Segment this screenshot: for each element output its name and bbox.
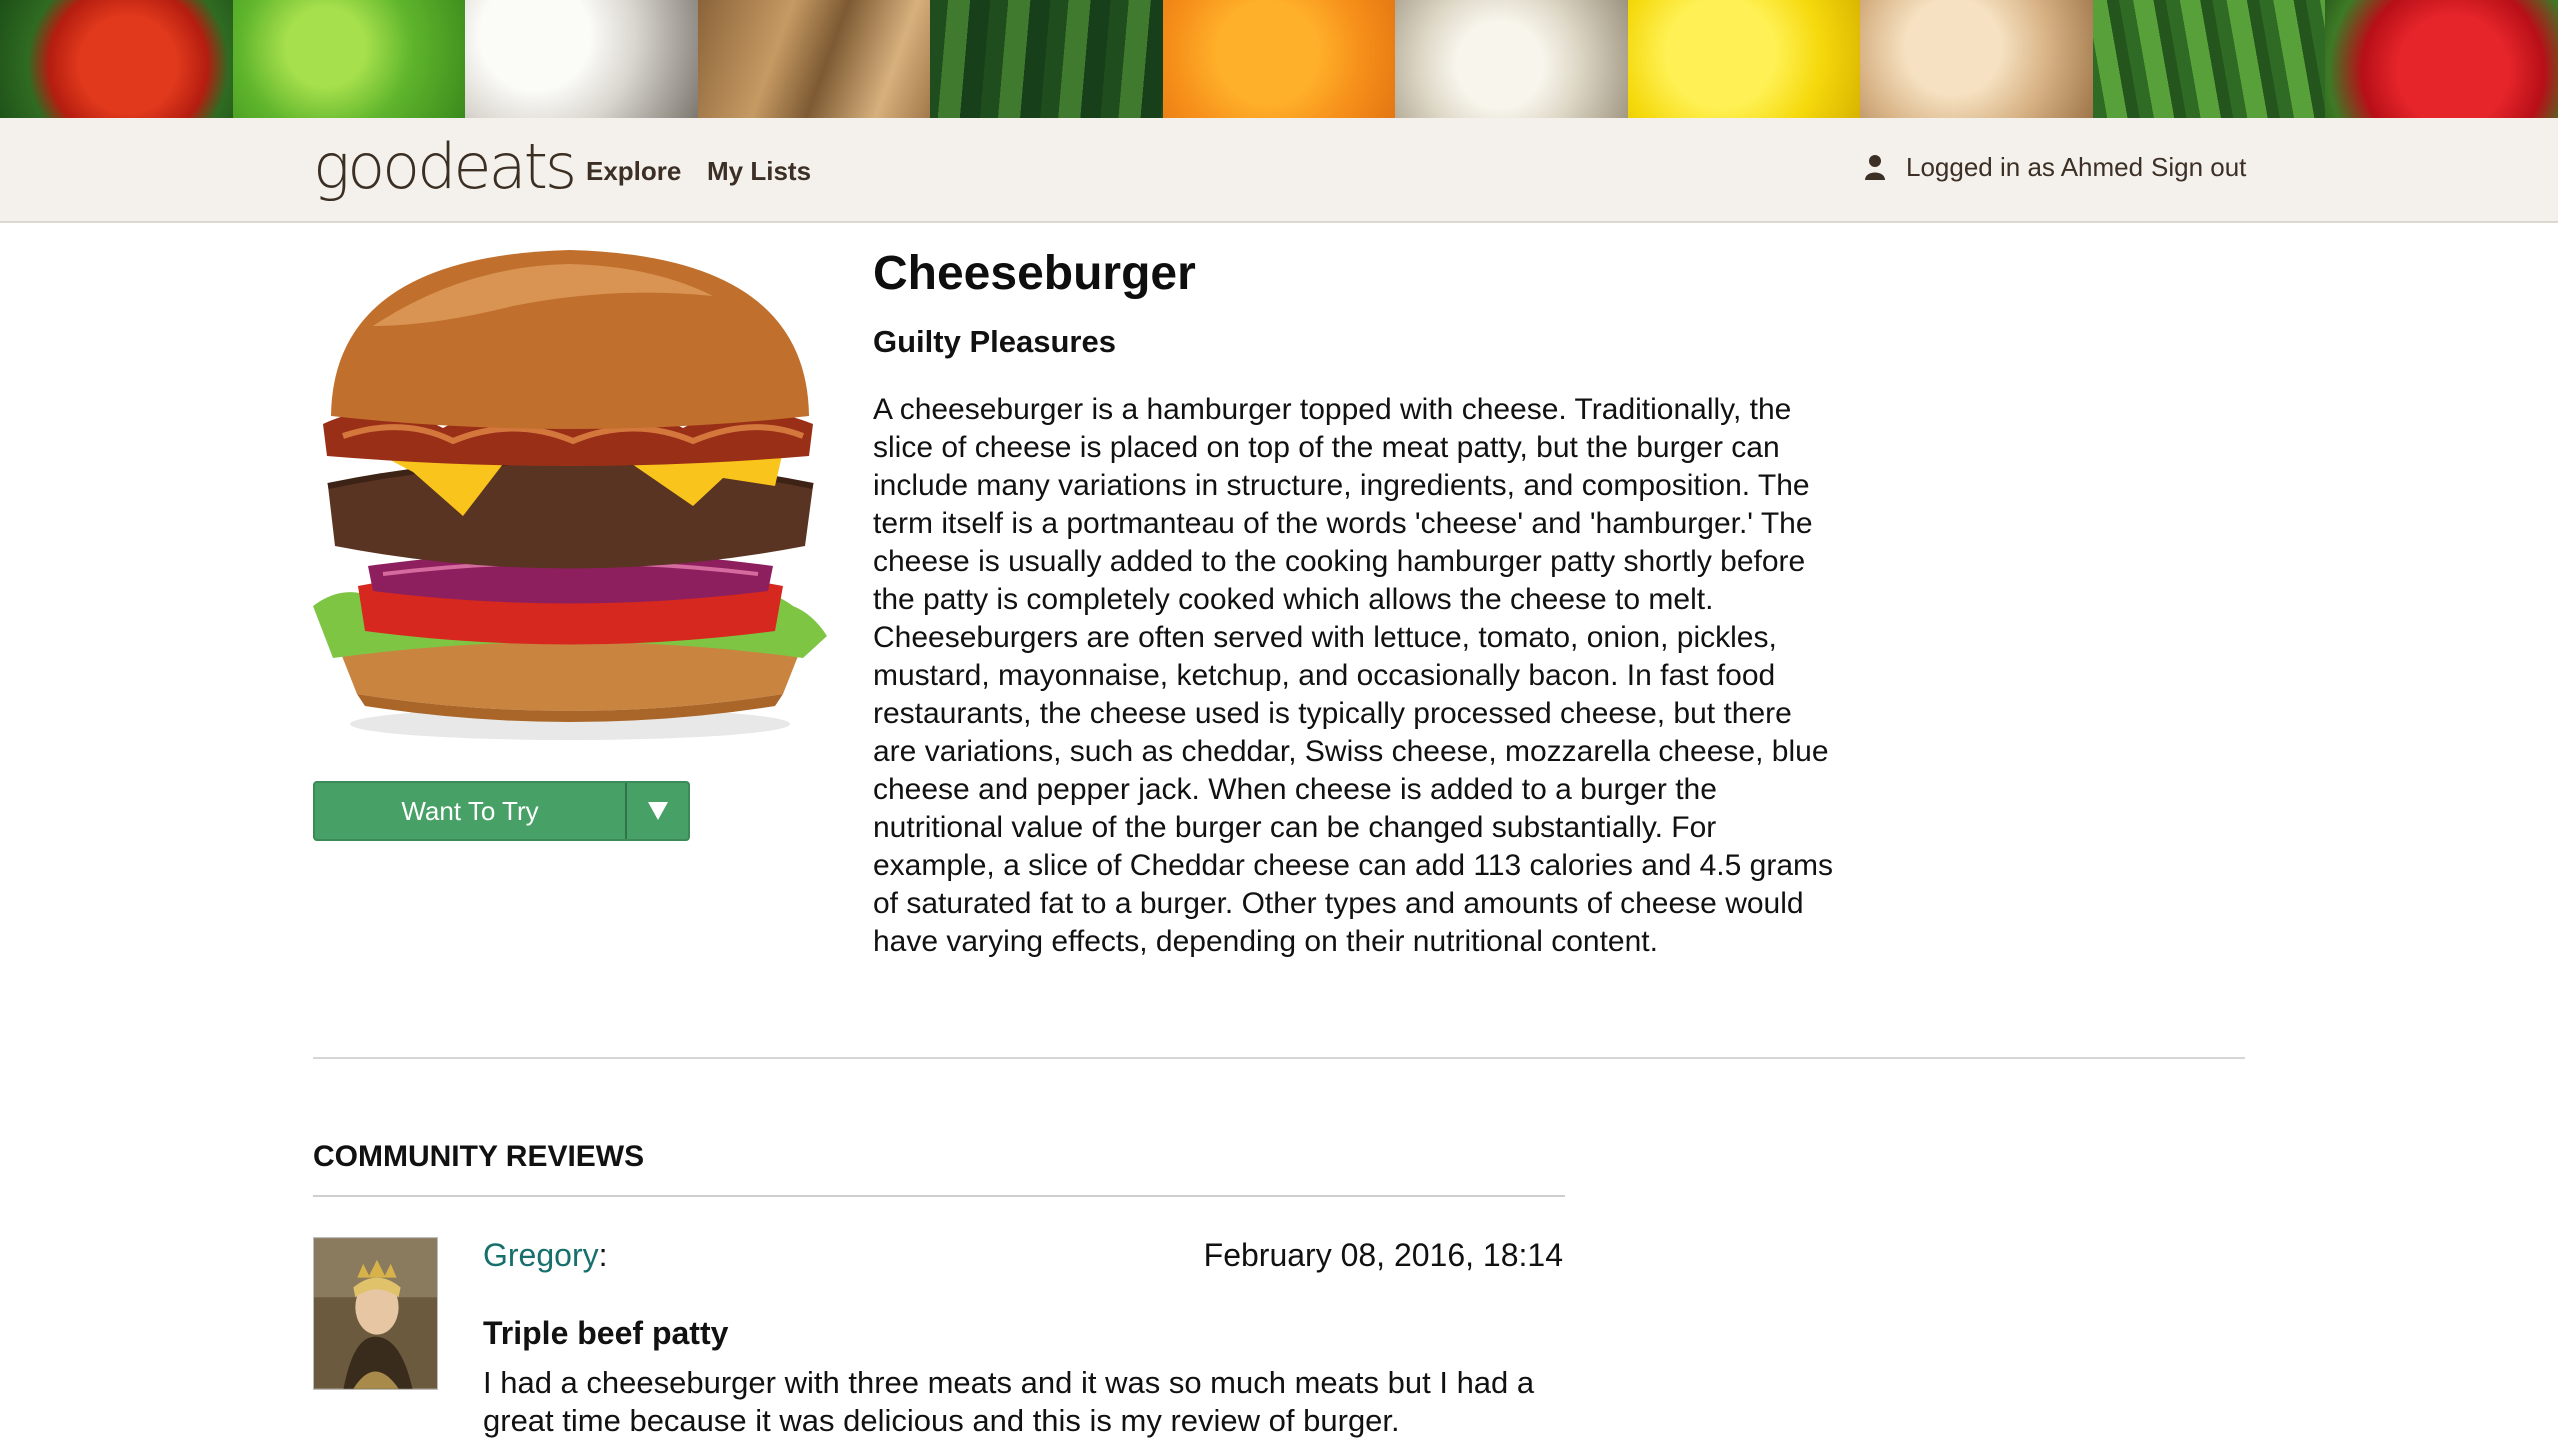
cheeseburger-photo [313, 246, 827, 748]
banner-tile-green-beans [2092, 0, 2326, 118]
review-title: Triple beef patty [483, 1315, 729, 1351]
nav-link-my-lists[interactable]: My Lists [707, 156, 811, 187]
want-to-try-label[interactable]: Want To Try [315, 783, 627, 839]
reviews-divider [313, 1195, 1565, 1197]
banner-tile-onion [1860, 0, 2093, 118]
reviewer-separator: : [598, 1237, 608, 1273]
list-dropdown-toggle[interactable] [627, 783, 688, 839]
banner-tile-potatoes [697, 0, 931, 118]
food-description: A cheeseburger is a hamburger topped wit… [873, 393, 1834, 958]
nav-link-explore[interactable]: Explore [586, 156, 681, 187]
top-navbar: goodeats Explore My Lists Logged in as A… [0, 118, 2558, 223]
review-body: I had a cheeseburger with three meats an… [483, 1365, 1535, 1438]
user-icon [1865, 155, 1885, 180]
community-reviews-heading: COMMUNITY REVIEWS [313, 1140, 645, 1173]
review-date: February 08, 2016, 18:14 [1203, 1237, 1563, 1273]
banner-tile-tomato [0, 0, 233, 118]
food-title: Cheeseburger [873, 247, 1196, 300]
sign-out-link[interactable]: Sign out [2151, 152, 2246, 183]
logged-in-label: Logged in as Ahmed [1906, 152, 2144, 182]
food-category-link[interactable]: Guilty Pleasures [873, 324, 1116, 360]
reviewer-name-link[interactable]: Gregory [483, 1237, 599, 1273]
banner-tile-strawberries [2325, 0, 2558, 118]
banner-tile-cucumbers [930, 0, 1163, 118]
banner-tile-lemon [1627, 0, 1861, 118]
reviewer-avatar[interactable] [313, 1237, 438, 1390]
banner-tile-mushrooms [465, 0, 698, 118]
reviewer-line: Gregory: [483, 1237, 607, 1274]
want-to-try-button[interactable]: Want To Try [313, 781, 690, 841]
triangle-down-icon [647, 802, 668, 820]
section-divider [313, 1057, 2245, 1059]
banner-tile-orange [1162, 0, 1396, 118]
site-logo[interactable]: goodeats [313, 130, 577, 203]
produce-banner [0, 0, 2558, 118]
banner-tile-garlic [1395, 0, 1628, 118]
banner-tile-green-apple [232, 0, 466, 118]
